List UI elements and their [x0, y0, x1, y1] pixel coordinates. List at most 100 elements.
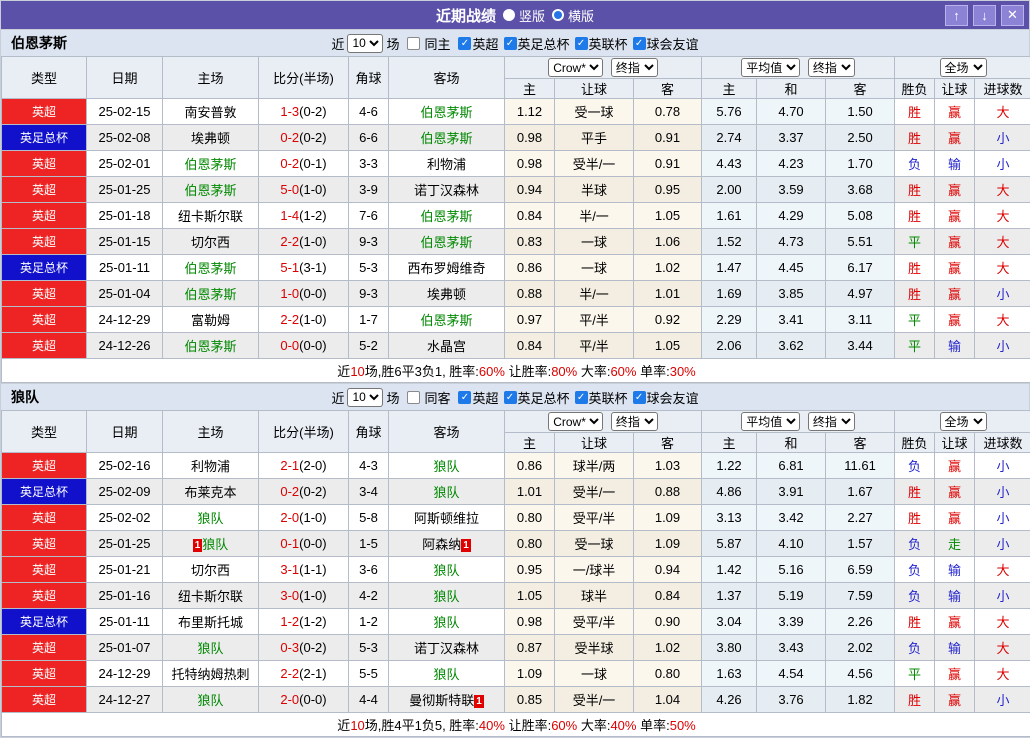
- away-team-name: 阿森纳: [422, 537, 461, 552]
- away-team-cell: 狼队: [389, 557, 505, 583]
- average-final-index-select[interactable]: 终指: [808, 412, 855, 431]
- fulltime-score: 1-4: [280, 208, 299, 223]
- average-final-index-select[interactable]: 终指: [808, 58, 855, 77]
- crow-home-odds-cell: 0.97: [505, 307, 555, 333]
- match-row: 英超25-01-15切尔西2-2(1-0)9-3伯恩茅斯0.83一球1.061.…: [2, 229, 1030, 255]
- away-team-name: 水晶宫: [427, 339, 466, 354]
- corners-cell: 5-8: [349, 505, 389, 531]
- avg-away-cell: 1.82: [826, 687, 895, 713]
- result-handicap-cell: 赢: [935, 505, 975, 531]
- fulltime-score: 0-2: [280, 156, 299, 171]
- move-down-button[interactable]: ↓: [973, 5, 996, 26]
- layout-option-horizontal[interactable]: 横版: [552, 6, 594, 25]
- corners-cell: 4-6: [349, 99, 389, 125]
- league-checkbox[interactable]: ✓: [575, 37, 588, 50]
- final-index-select[interactable]: 终指: [611, 58, 658, 77]
- crow-away-odds-cell: 0.95: [634, 177, 702, 203]
- layout-option-vertical[interactable]: 竖版: [503, 6, 545, 25]
- league-checkbox[interactable]: ✓: [504, 37, 517, 50]
- match-row: 英超25-02-02狼队2-0(1-0)5-8阿斯顿维拉0.80受平/半1.09…: [2, 505, 1030, 531]
- league-checkbox[interactable]: ✓: [575, 391, 588, 404]
- away-team-cell: 埃弗顿: [389, 281, 505, 307]
- away-team-name: 诺丁汉森林: [414, 641, 479, 656]
- move-up-button[interactable]: ↑: [945, 5, 968, 26]
- result-outcome-cell: 胜: [895, 177, 935, 203]
- league-type-cell: 英超: [2, 203, 87, 229]
- crow-away-odds-cell: 0.88: [634, 479, 702, 505]
- radio-vertical-label: 竖版: [519, 6, 545, 25]
- avg-home-cell: 5.87: [702, 531, 757, 557]
- avg-draw-cell: 3.62: [757, 333, 826, 359]
- radio-horizontal-icon[interactable]: [552, 9, 564, 21]
- avg-draw-cell: 3.91: [757, 479, 826, 505]
- close-button[interactable]: ✕: [1001, 5, 1024, 26]
- corners-cell: 9-3: [349, 281, 389, 307]
- average-select-cell: 平均值 终指: [702, 57, 895, 79]
- date-cell: 25-01-11: [87, 255, 163, 281]
- full-match-select[interactable]: 全场: [940, 58, 987, 77]
- col-header-avg-home: 主: [702, 433, 757, 453]
- result-handicap-cell: 赢: [935, 177, 975, 203]
- summary-row: 近10场,胜4平1负5, 胜率:40% 让胜率:60% 大率:40% 单率:50…: [2, 713, 1030, 737]
- crow-home-odds-cell: 0.86: [505, 453, 555, 479]
- full-match-select[interactable]: 全场: [940, 412, 987, 431]
- avg-draw-cell: 5.16: [757, 557, 826, 583]
- home-team-name: 伯恩茅斯: [184, 339, 236, 354]
- away-team-name: 阿斯顿维拉: [414, 511, 479, 526]
- away-team-cell: 狼队: [389, 479, 505, 505]
- result-outcome-cell: 负: [895, 453, 935, 479]
- halftime-score: (0-2): [299, 484, 326, 499]
- league-checkbox[interactable]: ✓: [633, 391, 646, 404]
- league-type-cell: 英超: [2, 99, 87, 125]
- result-outcome-cell: 胜: [895, 505, 935, 531]
- filter-bar: 近 10 场 同客 ✓英超✓英足总杯✓英联杯✓球会友谊: [1, 388, 1029, 407]
- away-team-name: 狼队: [433, 459, 459, 474]
- col-header-score: 比分(半场): [259, 57, 349, 99]
- games-label: 场: [386, 34, 399, 53]
- away-team-cell: 诺丁汉森林: [389, 177, 505, 203]
- league-checkbox[interactable]: ✓: [458, 37, 471, 50]
- crow-handicap-cell: 一球: [555, 661, 634, 687]
- league-checkbox[interactable]: ✓: [504, 391, 517, 404]
- score-cell: 2-0(1-0): [259, 505, 349, 531]
- away-team-cell: 水晶宫: [389, 333, 505, 359]
- league-filters: ✓英超✓英足总杯✓英联杯✓球会友谊: [453, 388, 698, 407]
- radio-vertical-icon[interactable]: [503, 9, 515, 21]
- away-team-cell: 阿森纳1: [389, 531, 505, 557]
- final-index-select[interactable]: 终指: [611, 412, 658, 431]
- match-row: 英超24-12-29托特纳姆热刺2-2(2-1)5-5狼队1.09一球0.801…: [2, 661, 1030, 687]
- bookmaker-select[interactable]: Crow*: [548, 412, 603, 431]
- summary-text: 场,胜4平1负5, 胜率:: [365, 718, 479, 733]
- crow-handicap-cell: 受平/半: [555, 609, 634, 635]
- average-select[interactable]: 平均值: [741, 58, 800, 77]
- avg-home-cell: 2.00: [702, 177, 757, 203]
- result-goals-cell: 小: [975, 151, 1030, 177]
- league-checkbox[interactable]: ✓: [633, 37, 646, 50]
- result-goals-cell: 小: [975, 333, 1030, 359]
- summary-row: 近10场,胜6平3负1, 胜率:60% 让胜率:80% 大率:60% 单率:30…: [2, 359, 1030, 383]
- away-team-cell: 阿斯顿维拉: [389, 505, 505, 531]
- result-goals-cell: 大: [975, 307, 1030, 333]
- recent-count-select[interactable]: 10: [347, 388, 383, 407]
- league-type-cell: 英足总杯: [2, 609, 87, 635]
- league-checkbox[interactable]: ✓: [458, 391, 471, 404]
- avg-away-cell: 3.68: [826, 177, 895, 203]
- corners-cell: 1-2: [349, 609, 389, 635]
- corners-cell: 5-5: [349, 661, 389, 687]
- same-venue-checkbox[interactable]: [407, 391, 420, 404]
- halftime-score: (0-0): [299, 286, 326, 301]
- result-handicap-cell: 赢: [935, 125, 975, 151]
- halftime-score: (0-0): [299, 338, 326, 353]
- avg-away-cell: 2.27: [826, 505, 895, 531]
- same-venue-checkbox[interactable]: [407, 37, 420, 50]
- bookmaker-select[interactable]: Crow*: [548, 58, 603, 77]
- average-select[interactable]: 平均值: [741, 412, 800, 431]
- crow-away-odds-cell: 1.09: [634, 505, 702, 531]
- red-card-badge: 1: [193, 539, 203, 552]
- summary-stat-value: 60%: [479, 364, 505, 379]
- home-team-cell: 南安普敦: [163, 99, 259, 125]
- avg-draw-cell: 4.29: [757, 203, 826, 229]
- home-team-name: 伯恩茅斯: [184, 183, 236, 198]
- score-cell: 1-0(0-0): [259, 281, 349, 307]
- recent-count-select[interactable]: 10: [347, 34, 383, 53]
